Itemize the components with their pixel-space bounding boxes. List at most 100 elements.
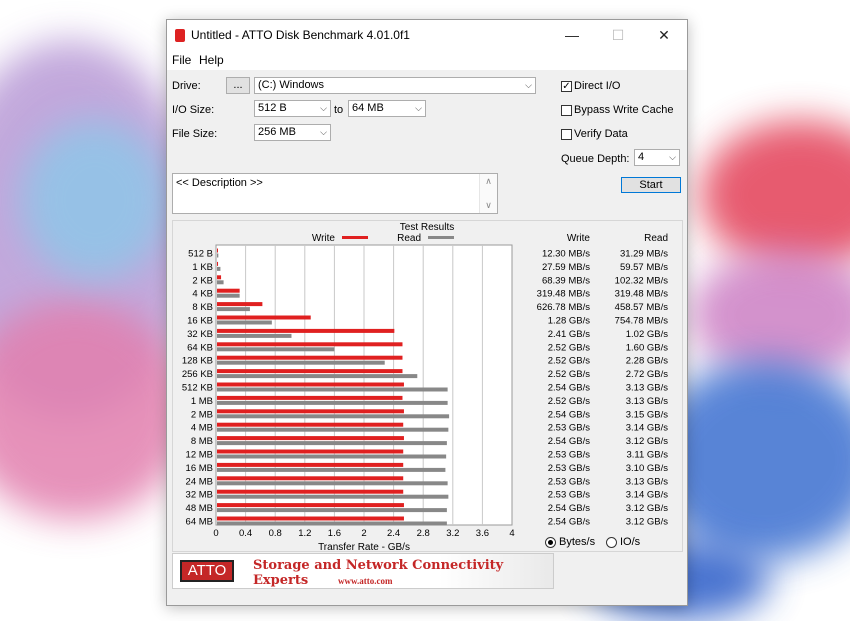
chevron-down-icon: ⌵ xyxy=(415,103,422,113)
scroll-down-icon[interactable]: ∨ xyxy=(480,200,497,211)
write-value: 2.54 GB/s xyxy=(548,383,590,394)
bypass-write-cache-checkbox[interactable] xyxy=(561,105,572,116)
read-bar xyxy=(217,374,418,379)
read-bar xyxy=(217,333,292,338)
write-value: 1.28 GB/s xyxy=(548,316,590,327)
write-value: 2.54 GB/s xyxy=(548,409,590,420)
read-value: 3.12 GB/s xyxy=(626,503,668,514)
write-value: 12.30 MB/s xyxy=(542,249,590,260)
category-label: 16 KB xyxy=(187,316,213,327)
read-value: 3.13 GB/s xyxy=(626,383,668,394)
write-value: 2.54 GB/s xyxy=(548,503,590,514)
read-bar xyxy=(217,253,219,258)
read-value: 3.10 GB/s xyxy=(626,463,668,474)
category-label: 64 KB xyxy=(187,342,213,353)
write-value: 319.48 MB/s xyxy=(537,289,591,300)
read-value: 2.72 GB/s xyxy=(626,369,668,380)
write-bar xyxy=(217,382,404,387)
window-title: Untitled - ATTO Disk Benchmark 4.01.0f1 xyxy=(191,28,410,42)
menu-help[interactable]: Help xyxy=(199,53,224,67)
read-bar xyxy=(217,467,446,472)
io-radio[interactable] xyxy=(606,537,617,548)
chevron-down-icon: ⌵ xyxy=(525,80,532,90)
write-value: 2.53 GB/s xyxy=(548,490,590,501)
close-button[interactable]: ✕ xyxy=(641,20,687,50)
description-scrollbar[interactable]: ∧ ∨ xyxy=(479,174,497,213)
category-label: 2 MB xyxy=(191,409,213,420)
read-bar xyxy=(217,427,449,432)
read-bar xyxy=(217,521,447,526)
x-tick-label: 2.8 xyxy=(417,528,430,539)
legend-read-swatch xyxy=(428,236,454,239)
category-label: 1 MB xyxy=(191,396,213,407)
category-label: 512 B xyxy=(188,249,213,260)
bytes-radio[interactable] xyxy=(545,537,556,548)
title-bar[interactable]: Untitled - ATTO Disk Benchmark 4.01.0f1 … xyxy=(167,20,687,50)
verify-data-checkbox[interactable] xyxy=(561,129,572,140)
read-bar xyxy=(217,508,447,513)
category-label: 8 KB xyxy=(192,302,213,313)
write-bar xyxy=(217,462,404,467)
menu-file[interactable]: File xyxy=(172,53,191,67)
read-bar xyxy=(217,266,221,271)
read-value: 1.60 GB/s xyxy=(626,342,668,353)
x-tick-label: 0 xyxy=(213,528,218,539)
read-value: 3.11 GB/s xyxy=(626,450,668,461)
io-size-to-value: 64 MB xyxy=(352,102,384,114)
io-size-from-select[interactable]: 512 B ⌵ xyxy=(254,100,331,117)
category-label: 256 KB xyxy=(182,369,213,380)
background-paint-splash xyxy=(700,120,850,270)
read-value: 102.32 MB/s xyxy=(615,275,669,286)
x-tick-label: 1.2 xyxy=(298,528,311,539)
io-size-to-select[interactable]: 64 MB ⌵ xyxy=(348,100,426,117)
write-bar xyxy=(217,422,404,427)
category-label: 32 MB xyxy=(186,490,213,501)
read-bar xyxy=(217,360,385,365)
category-label: 2 KB xyxy=(192,275,213,286)
queue-depth-value: 4 xyxy=(638,151,645,163)
drive-select-value: (C:) Windows xyxy=(258,79,325,91)
description-textarea[interactable]: << Description >> ∧ ∨ xyxy=(172,173,498,214)
write-bar xyxy=(217,328,395,333)
io-radio-label: IO/s xyxy=(620,536,641,548)
chevron-down-icon: ⌵ xyxy=(320,127,327,137)
chevron-down-icon: ⌵ xyxy=(320,103,327,113)
direct-io-checkbox[interactable]: ✓ xyxy=(561,81,572,92)
start-button[interactable]: Start xyxy=(621,177,681,193)
file-size-select[interactable]: 256 MB ⌵ xyxy=(254,124,331,141)
legend-write-label: Write xyxy=(312,233,336,244)
scroll-up-icon[interactable]: ∧ xyxy=(480,176,497,187)
io-size-from-value: 512 B xyxy=(258,102,287,114)
write-bar xyxy=(217,261,219,266)
drive-select[interactable]: (C:) Windows ⌵ xyxy=(254,77,536,94)
read-value: 1.02 GB/s xyxy=(626,329,668,340)
drive-label: Drive: xyxy=(172,80,201,92)
read-value: 3.14 GB/s xyxy=(626,490,668,501)
write-bar xyxy=(217,342,403,347)
category-label: 16 MB xyxy=(186,463,213,474)
maximize-button[interactable]: ☐ xyxy=(595,20,641,50)
write-value: 2.52 GB/s xyxy=(548,396,590,407)
bypass-write-cache-label: Bypass Write Cache xyxy=(574,104,674,116)
category-label: 4 KB xyxy=(192,289,213,300)
bytes-radio-label: Bytes/s xyxy=(559,536,596,548)
write-bar xyxy=(217,503,404,508)
description-text: << Description >> xyxy=(176,177,263,189)
read-bar xyxy=(217,320,272,325)
read-value: 3.14 GB/s xyxy=(626,423,668,434)
banner-url[interactable]: www.atto.com xyxy=(338,576,393,586)
queue-depth-select[interactable]: 4 ⌵ xyxy=(634,149,680,166)
read-column-header: Read xyxy=(644,233,668,244)
category-label: 8 MB xyxy=(191,436,213,447)
write-value: 2.53 GB/s xyxy=(548,476,590,487)
minimize-button[interactable]: — xyxy=(549,20,595,50)
file-size-value: 256 MB xyxy=(258,126,296,138)
app-window: Untitled - ATTO Disk Benchmark 4.01.0f1 … xyxy=(166,19,688,606)
category-label: 12 MB xyxy=(186,450,213,461)
atto-banner[interactable]: ATTO Storage and Network Connectivity Ex… xyxy=(172,553,554,589)
legend-read-label: Read xyxy=(397,233,421,244)
drive-browse-button[interactable]: ... xyxy=(226,77,250,94)
read-bar xyxy=(217,400,448,405)
write-bar xyxy=(217,489,404,494)
write-bar xyxy=(217,449,404,454)
